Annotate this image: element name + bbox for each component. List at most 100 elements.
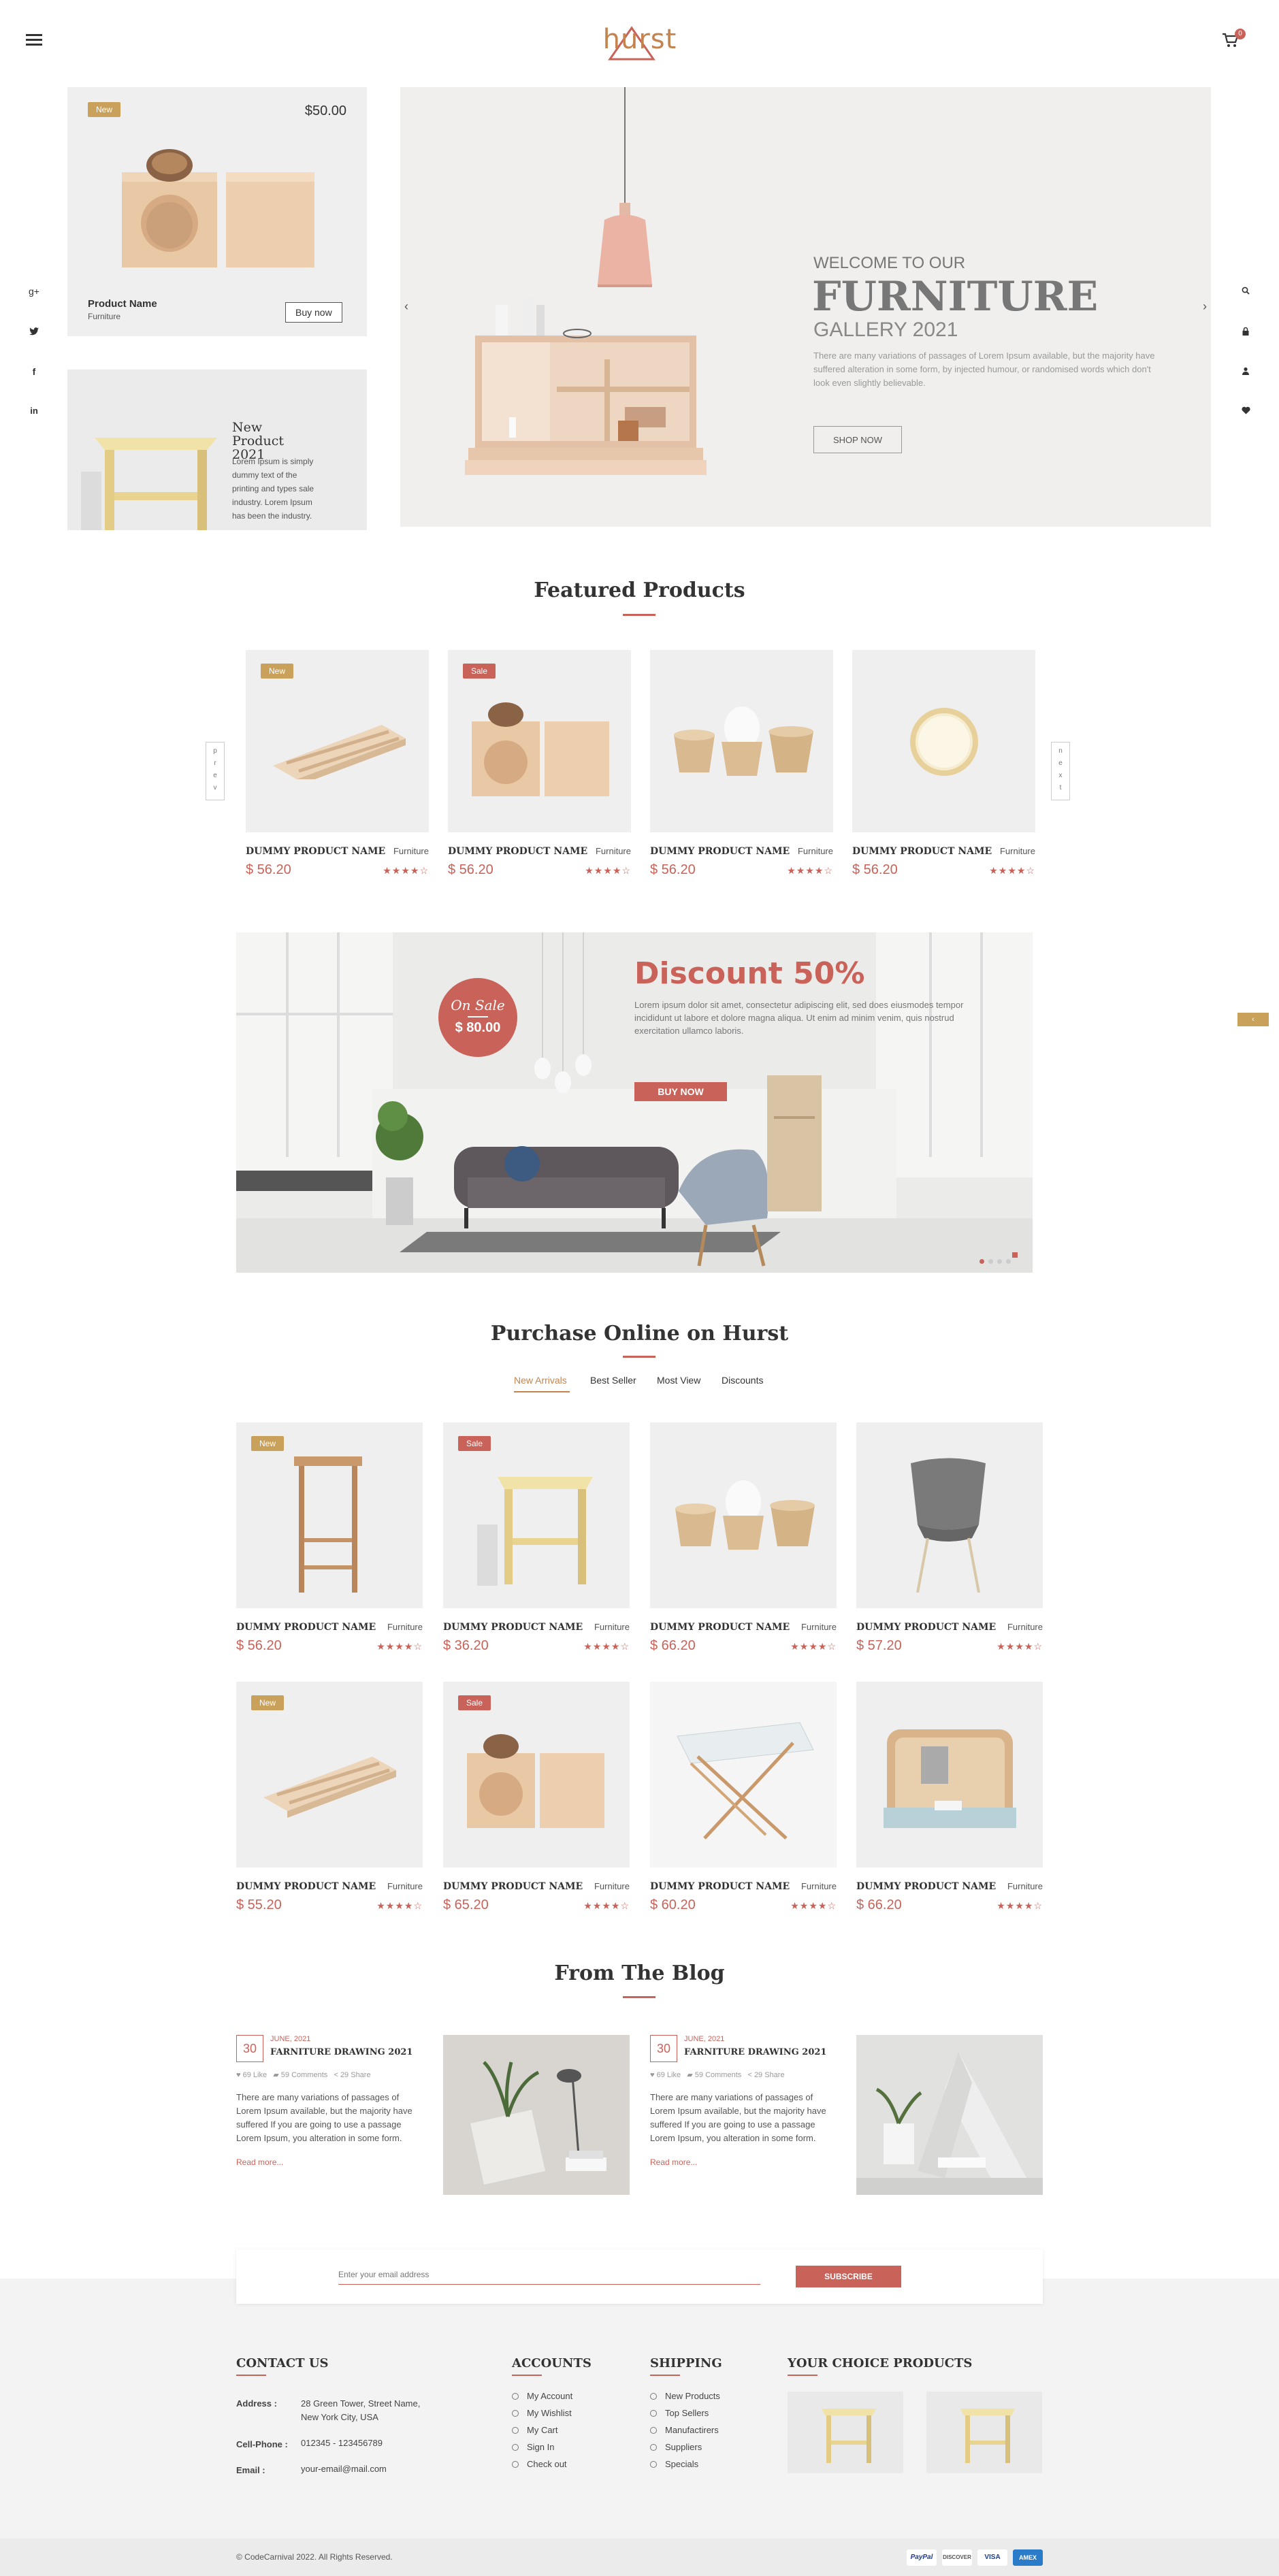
product-card[interactable]: New DUMMY PRODUCT NAME Furniture $ 55.20… <box>236 1682 423 1912</box>
new-product-text: Lorem Ipsum is simply dummy text of the … <box>232 457 314 521</box>
footer-link-new-products[interactable]: New Products <box>650 2391 773 2401</box>
product-card[interactable]: DUMMY PRODUCT NAME Furniture $ 60.20 ★★★… <box>650 1682 837 1912</box>
product-rating: ★★★★☆ <box>383 865 429 876</box>
new-product-card[interactable]: New Product 2021 Lorem Ipsum is simply d… <box>67 370 367 530</box>
product-name: Product Name <box>88 298 157 310</box>
hero-prev-arrow-icon[interactable]: ‹ <box>404 299 408 314</box>
product-image[interactable] <box>650 650 833 832</box>
product-card[interactable]: New DUMMY PRODUCT NAME Furniture $ 56.20… <box>236 1422 423 1653</box>
product-card[interactable]: Sale DUMMY PRODUCT NAME Furniture $ 65.2… <box>443 1682 630 1912</box>
product-card[interactable]: DUMMY PRODUCT NAME Furniture $ 66.20 ★★★… <box>650 1422 837 1653</box>
subscribe-button[interactable]: SUBSCRIBE <box>796 2266 901 2287</box>
product-image[interactable]: New <box>236 1422 423 1608</box>
logo[interactable]: hurst <box>599 24 681 65</box>
choice-product-thumb[interactable] <box>926 2392 1042 2473</box>
blog-image[interactable] <box>443 2035 630 2195</box>
footer-link-top-sellers[interactable]: Top Sellers <box>650 2408 773 2418</box>
product-card[interactable]: DUMMY PRODUCT NAME Furniture $ 56.20 ★★★… <box>852 650 1035 877</box>
product-price: $ 66.20 <box>856 1897 902 1912</box>
tab-best-seller[interactable]: Best Seller <box>590 1375 636 1386</box>
footer-link-sign-in[interactable]: Sign In <box>512 2442 634 2452</box>
product-name[interactable]: DUMMY PRODUCT NAME <box>650 1881 790 1892</box>
product-name[interactable]: DUMMY PRODUCT NAME <box>448 846 587 857</box>
post-title[interactable]: FARNITURE DRAWING 2021 <box>684 2047 826 2057</box>
facebook-icon[interactable]: f <box>26 366 42 377</box>
featured-prev-button[interactable]: prev <box>206 742 225 800</box>
product-card[interactable]: DUMMY PRODUCT NAME Furniture $ 57.20 ★★★… <box>856 1422 1043 1653</box>
product-image[interactable]: New <box>246 650 429 832</box>
slider-dots[interactable] <box>980 1255 1011 1267</box>
product-image[interactable] <box>856 1422 1043 1608</box>
product-name[interactable]: DUMMY PRODUCT NAME <box>650 846 790 857</box>
featured-next-button[interactable]: next <box>1051 742 1070 800</box>
product-card[interactable]: DUMMY PRODUCT NAME Furniture $ 66.20 ★★★… <box>856 1682 1043 1912</box>
email-value[interactable]: your-email@mail.com <box>301 2464 387 2474</box>
product-name[interactable]: DUMMY PRODUCT NAME <box>852 846 992 857</box>
user-icon[interactable] <box>1237 366 1254 377</box>
tab-new-arrivals[interactable]: New Arrivals <box>514 1375 567 1386</box>
product-image[interactable] <box>650 1422 837 1608</box>
footer-link-suppliers[interactable]: Suppliers <box>650 2442 773 2452</box>
product-image[interactable] <box>856 1682 1043 1868</box>
sale-badge: Sale <box>458 1695 491 1710</box>
product-name[interactable]: DUMMY PRODUCT NAME <box>443 1622 583 1633</box>
read-more-link[interactable]: Read more... <box>650 2157 697 2167</box>
post-title[interactable]: FARNITURE DRAWING 2021 <box>270 2047 412 2057</box>
footer-link-my-wishlist[interactable]: My Wishlist <box>512 2408 634 2418</box>
product-name[interactable]: DUMMY PRODUCT NAME <box>236 1622 376 1633</box>
footer-link-manufacturers[interactable]: Manufactirers <box>650 2425 773 2435</box>
shipping-title: SHIPPING <box>650 2356 722 2370</box>
wooden-blocks-image <box>472 702 609 796</box>
product-card[interactable]: DUMMY PRODUCT NAME Furniture $ 56.20 ★★★… <box>650 650 833 877</box>
buy-now-button[interactable]: BUY NOW <box>634 1082 727 1101</box>
new-badge: New <box>251 1695 285 1710</box>
product-image[interactable]: New <box>236 1682 423 1868</box>
product-name[interactable]: DUMMY PRODUCT NAME <box>236 1881 376 1892</box>
product-rating: ★★★★☆ <box>787 865 833 876</box>
product-card[interactable]: New DUMMY PRODUCT NAME Furniture $ 56.20… <box>246 650 429 877</box>
settings-tab-icon[interactable]: ‹ <box>1237 1013 1269 1026</box>
search-icon[interactable] <box>1237 286 1254 297</box>
bullet-icon <box>512 2427 519 2434</box>
product-image[interactable]: Sale <box>448 650 631 832</box>
email-input[interactable] <box>338 2264 760 2285</box>
shop-now-button[interactable]: SHOP NOW <box>813 426 902 453</box>
shipping-section: SHIPPING New Products Top Sellers Manufa… <box>650 2356 773 2469</box>
discover-icon: DISCOVER <box>942 2549 972 2566</box>
hero-next-arrow-icon[interactable]: › <box>1203 299 1207 314</box>
product-rating: ★★★★☆ <box>376 1900 423 1911</box>
product-name[interactable]: DUMMY PRODUCT NAME <box>443 1881 583 1892</box>
google-plus-icon[interactable]: g+ <box>26 286 42 297</box>
tab-most-view[interactable]: Most View <box>657 1375 700 1386</box>
product-image[interactable]: Sale <box>443 1682 630 1868</box>
product-image[interactable] <box>852 650 1035 832</box>
product-name[interactable]: DUMMY PRODUCT NAME <box>650 1622 790 1633</box>
read-more-link[interactable]: Read more... <box>236 2157 283 2167</box>
product-image[interactable]: Sale <box>443 1422 630 1608</box>
cart-count-badge: 0 <box>1235 29 1246 39</box>
footer-link-specials[interactable]: Specials <box>650 2459 773 2469</box>
product-card[interactable]: Sale DUMMY PRODUCT NAME Furniture $ 56.2… <box>448 650 631 877</box>
product-card[interactable]: Sale DUMMY PRODUCT NAME Furniture $ 36.2… <box>443 1422 630 1653</box>
plant-desk-image <box>443 2035 630 2195</box>
product-name[interactable]: DUMMY PRODUCT NAME <box>246 846 385 857</box>
blog-image[interactable] <box>856 2035 1043 2195</box>
promo-product-card[interactable]: New $50.00 Product Name Furniture Buy no… <box>67 87 367 336</box>
linkedin-icon[interactable]: in <box>26 406 42 416</box>
menu-icon[interactable] <box>26 34 42 46</box>
product-category: Furniture <box>594 1622 630 1632</box>
choice-product-thumb[interactable] <box>788 2392 903 2473</box>
lock-icon[interactable] <box>1237 327 1254 338</box>
heart-icon[interactable] <box>1237 406 1254 417</box>
product-price: $ 66.20 <box>650 1638 696 1653</box>
footer-link-check-out[interactable]: Check out <box>512 2459 634 2469</box>
footer-link-my-cart[interactable]: My Cart <box>512 2425 634 2435</box>
hero-slider[interactable]: ‹ › WELCOME TO OUR FURNITURE GALLERY 202… <box>400 87 1211 527</box>
tab-discounts[interactable]: Discounts <box>722 1375 763 1386</box>
product-name[interactable]: DUMMY PRODUCT NAME <box>856 1622 996 1633</box>
twitter-icon[interactable] <box>26 327 42 338</box>
buy-now-button[interactable]: Buy now <box>285 302 342 323</box>
footer-link-my-account[interactable]: My Account <box>512 2391 634 2401</box>
product-name[interactable]: DUMMY PRODUCT NAME <box>856 1881 996 1892</box>
product-image[interactable] <box>650 1682 837 1868</box>
